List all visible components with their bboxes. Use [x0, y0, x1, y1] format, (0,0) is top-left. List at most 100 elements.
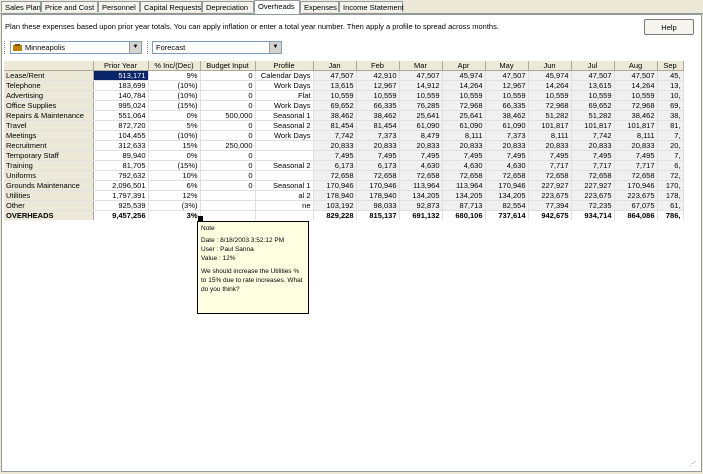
month-cell: 14,912	[399, 80, 443, 91]
tab-income-statement[interactable]: Income Statement	[339, 1, 404, 12]
profile-cell[interactable]: Work Days	[255, 100, 314, 111]
profile-cell[interactable]: Seasonal 2	[255, 120, 314, 131]
budget-input-cell[interactable]	[200, 200, 256, 211]
inc-dec-cell[interactable]: 10%	[148, 170, 201, 181]
inc-dec-cell[interactable]: 9%	[148, 70, 201, 81]
budget-input-cell[interactable]: 0	[200, 90, 256, 101]
scenario-combo[interactable]: Forecast ▼	[152, 41, 282, 54]
total-inc-dec: 3%	[148, 210, 201, 220]
month-cell: 61,090	[485, 120, 529, 131]
month-cell: 72,658	[399, 170, 443, 181]
budget-input-cell[interactable]: 0	[200, 180, 256, 191]
column-header[interactable]: Feb	[356, 61, 400, 71]
prior-year-cell[interactable]: 89,940	[93, 150, 149, 161]
profile-cell[interactable]	[255, 170, 314, 181]
prior-year-cell[interactable]: 2,096,501	[93, 180, 149, 191]
prior-year-cell[interactable]: 183,699	[93, 80, 149, 91]
help-button[interactable]: Help	[644, 19, 694, 35]
column-header[interactable]: Apr	[442, 61, 486, 71]
month-cell: 38,462	[614, 110, 658, 121]
inc-dec-cell[interactable]: (15%)	[148, 160, 201, 171]
chevron-down-icon[interactable]: ▼	[129, 42, 141, 53]
inc-dec-cell[interactable]: (15%)	[148, 100, 201, 111]
budget-input-cell[interactable]: 0	[200, 150, 256, 161]
prior-year-cell[interactable]: 872,720	[93, 120, 149, 131]
budget-input-cell[interactable]: 0	[200, 120, 256, 131]
inc-dec-cell[interactable]: (10%)	[148, 130, 201, 141]
column-header[interactable]: Aug	[614, 61, 658, 71]
prior-year-cell[interactable]: 104,455	[93, 130, 149, 141]
month-cell: 98,033	[356, 200, 400, 211]
budget-input-cell[interactable]: 0	[200, 70, 256, 81]
column-header[interactable]: Sep	[657, 61, 684, 71]
column-header[interactable]: Prior Year	[93, 61, 149, 71]
tab-capital-requests[interactable]: Capital Requests	[140, 1, 202, 12]
inc-dec-cell[interactable]: 12%	[148, 190, 201, 201]
budget-input-cell[interactable]: 250,000	[200, 140, 256, 151]
prior-year-cell[interactable]: 1,797,391	[93, 190, 149, 201]
budget-input-cell[interactable]: 500,000	[200, 110, 256, 121]
inc-dec-cell[interactable]: 0%	[148, 150, 201, 161]
profile-cell[interactable]	[255, 150, 314, 161]
profile-cell[interactable]: Seasonal 2	[255, 160, 314, 171]
inc-dec-cell[interactable]: 6%	[148, 180, 201, 191]
profile-cell[interactable]: al 2	[255, 190, 314, 201]
note-indicator[interactable]	[198, 216, 203, 221]
profile-cell[interactable]: Calendar Days	[255, 70, 314, 81]
tab-expenses[interactable]: Expenses	[300, 1, 339, 12]
chevron-down-icon[interactable]: ▼	[269, 42, 281, 53]
column-header[interactable]: Profile	[255, 61, 314, 71]
note-title: Note	[201, 225, 215, 232]
column-header[interactable]: May	[485, 61, 529, 71]
tab-price-and-cost[interactable]: Price and Cost	[41, 1, 98, 12]
inc-dec-cell[interactable]: (10%)	[148, 90, 201, 101]
column-header[interactable]: Jun	[528, 61, 572, 71]
profile-cell[interactable]: Work Days	[255, 130, 314, 141]
prior-year-cell[interactable]: 312,633	[93, 140, 149, 151]
budget-input-cell[interactable]: 0	[200, 130, 256, 141]
prior-year-cell[interactable]: 513,171	[93, 70, 149, 81]
profile-cell[interactable]: Seasonal 1	[255, 110, 314, 121]
profile-cell[interactable]: Flat	[255, 90, 314, 101]
profile-cell[interactable]: ne	[255, 200, 314, 211]
tab-sales-plan[interactable]: Sales Plan	[1, 1, 41, 12]
profile-cell[interactable]	[255, 140, 314, 151]
row-label: Temporary Staff	[4, 150, 94, 161]
prior-year-cell[interactable]: 925,539	[93, 200, 149, 211]
column-header[interactable]: Jan	[313, 61, 357, 71]
inc-dec-cell[interactable]: (10%)	[148, 80, 201, 91]
month-cell: 4,630	[399, 160, 443, 171]
tab-overheads[interactable]: Overheads	[254, 0, 300, 14]
month-cell: 7,717	[571, 160, 615, 171]
prior-year-cell[interactable]: 792,632	[93, 170, 149, 181]
budget-input-cell[interactable]: 0	[200, 170, 256, 181]
column-header[interactable]: Mar	[399, 61, 443, 71]
column-header[interactable]	[4, 61, 94, 71]
inc-dec-cell[interactable]: (3%)	[148, 200, 201, 211]
prior-year-cell[interactable]: 140,784	[93, 90, 149, 101]
tab-depreciation[interactable]: Depreciation	[202, 1, 254, 12]
budget-input-cell[interactable]	[200, 190, 256, 201]
inc-dec-cell[interactable]: 0%	[148, 110, 201, 121]
prior-year-cell[interactable]: 81,705	[93, 160, 149, 171]
prior-year-cell[interactable]: 551,064	[93, 110, 149, 121]
resize-grip-icon[interactable]: ⋰	[689, 460, 699, 470]
column-header[interactable]: Jul	[571, 61, 615, 71]
inc-dec-cell[interactable]: 15%	[148, 140, 201, 151]
location-combo[interactable]: Minneapolis ▼	[10, 41, 142, 54]
budget-input-cell[interactable]: 0	[200, 80, 256, 91]
row-label: Lease/Rent	[4, 70, 94, 81]
prior-year-cell[interactable]: 995,024	[93, 100, 149, 111]
tab-personnel[interactable]: Personnel	[98, 1, 140, 12]
column-header[interactable]: % Inc/(Dec)	[148, 61, 201, 71]
column-header[interactable]: Budget Input	[200, 61, 256, 71]
month-cell: 25,641	[442, 110, 486, 121]
inc-dec-cell[interactable]: 5%	[148, 120, 201, 131]
profile-cell[interactable]: Work Days	[255, 80, 314, 91]
budget-input-cell[interactable]: 0	[200, 100, 256, 111]
budget-input-cell[interactable]: 0	[200, 160, 256, 171]
row-label: Advertising	[4, 90, 94, 101]
total-row: OVERHEADS 9,457,256 3% 829,228 815,137 691,13…	[4, 210, 684, 220]
profile-cell[interactable]: Seasonal 1	[255, 180, 314, 191]
month-cell: 101,817	[528, 120, 572, 131]
